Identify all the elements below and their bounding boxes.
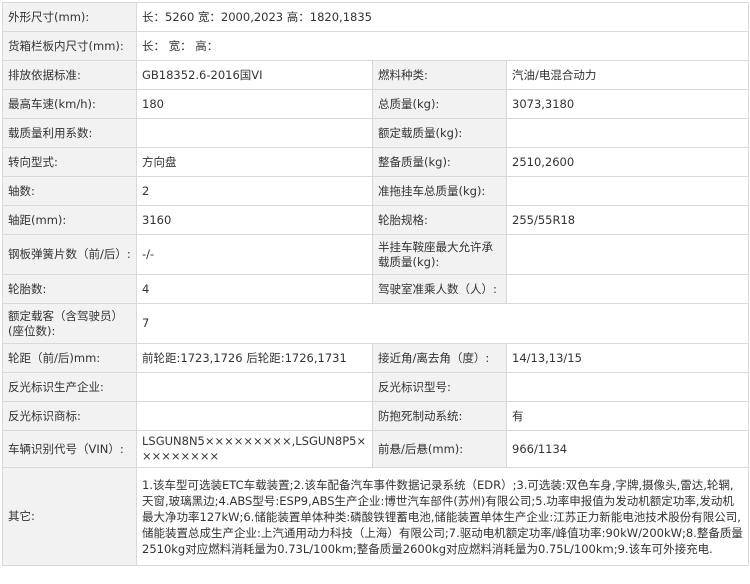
- label-cell: 车辆识别代号（VIN）:: [2, 430, 137, 468]
- label-cell: 轮距（前/后)mm:: [2, 343, 137, 373]
- value-cell: [136, 118, 373, 148]
- value-cell: 前轮距:1723,1726 后轮距:1726,1731: [136, 343, 373, 373]
- label-cell: 总质量(kg):: [372, 89, 507, 119]
- value-cell: 有: [505, 401, 750, 431]
- table-row: 车辆识别代号（VIN）: LSGUN8N5×××××××××,LSGUN8P5×…: [2, 430, 750, 468]
- table-row: 额定载客（含驾驶员）(座位数): 7: [2, 303, 750, 344]
- table-row: 货箱栏板内尺寸(mm): 长： 宽： 高：: [2, 31, 750, 61]
- label-cell: 转向型式:: [2, 147, 137, 177]
- value-cell: [505, 234, 750, 275]
- table-row: 钢板弹簧片数（前/后）: -/- 半挂车鞍座最大允许承载质量(kg):: [2, 234, 750, 275]
- label-cell: 轴距(mm):: [2, 205, 137, 235]
- vehicle-spec-table: 外形尺寸(mm): 长：5260 宽：2000,2023 高：1820,1835…: [2, 2, 750, 566]
- label-cell: 排放依据标准:: [2, 60, 137, 90]
- table-row: 反光标识商标: 防抱死制动系统: 有: [2, 401, 750, 431]
- value-cell: [505, 118, 750, 148]
- value-cell: 长：5260 宽：2000,2023 高：1820,1835: [135, 2, 750, 32]
- label-cell: 最高车速(km/h):: [2, 89, 137, 119]
- value-cell: 255/55R18: [505, 205, 750, 235]
- value-cell: 966/1134: [505, 430, 750, 468]
- table-row: 载质量利用系数: 额定载质量(kg):: [2, 118, 750, 148]
- table-row: 反光标识生产企业: 反光标识型号:: [2, 372, 750, 402]
- label-cell: 额定载客（含驾驶员）(座位数):: [2, 303, 137, 344]
- label-cell: 前悬/后悬(mm):: [372, 430, 507, 468]
- label-cell: 驾驶室准乘人数（人）:: [372, 274, 507, 304]
- label-cell: 反光标识生产企业:: [2, 372, 137, 402]
- table-row-other: 其它: 1.该车型可选装ETC车载装置;2.该车配备汽车事件数据记录系统（EDR…: [2, 467, 750, 566]
- label-cell: 钢板弹簧片数（前/后）:: [2, 234, 137, 275]
- value-cell: 方向盘: [136, 147, 373, 177]
- other-notes: 1.该车型可选装ETC车载装置;2.该车配备汽车事件数据记录系统（EDR）;3.…: [135, 467, 750, 566]
- value-cell: [505, 176, 750, 206]
- table-row: 最高车速(km/h): 180 总质量(kg): 3073,3180: [2, 89, 750, 119]
- value-cell: GB18352.6-2016国VI: [136, 60, 373, 90]
- label-cell: 载质量利用系数:: [2, 118, 137, 148]
- value-cell: [136, 372, 373, 402]
- value-cell: 2: [136, 176, 373, 206]
- label-cell: 其它:: [2, 467, 137, 566]
- label-cell: 准拖挂车总质量(kg):: [372, 176, 507, 206]
- table-row: 轮距（前/后)mm: 前轮距:1723,1726 后轮距:1726,1731 接…: [2, 343, 750, 373]
- label-cell: 轮胎数:: [2, 274, 137, 304]
- value-cell: 汽油/电混合动力: [505, 60, 750, 90]
- table-row: 转向型式: 方向盘 整备质量(kg): 2510,2600: [2, 147, 750, 177]
- table-row: 排放依据标准: GB18352.6-2016国VI 燃料种类: 汽油/电混合动力: [2, 60, 750, 90]
- label-cell: 半挂车鞍座最大允许承载质量(kg):: [372, 234, 507, 275]
- table-row: 轴数: 2 准拖挂车总质量(kg):: [2, 176, 750, 206]
- value-cell: 7: [135, 303, 750, 344]
- value-cell: [136, 401, 373, 431]
- label-cell: 反光标识商标:: [2, 401, 137, 431]
- value-cell: [505, 274, 750, 304]
- label-cell: 货箱栏板内尺寸(mm):: [2, 31, 137, 61]
- value-cell: 4: [136, 274, 373, 304]
- value-cell: [505, 372, 750, 402]
- table-row: 轮胎数: 4 驾驶室准乘人数（人）:: [2, 274, 750, 304]
- label-cell: 接近角/离去角（度）:: [372, 343, 507, 373]
- label-cell: 整备质量(kg):: [372, 147, 507, 177]
- label-cell: 额定载质量(kg):: [372, 118, 507, 148]
- label-cell: 轴数:: [2, 176, 137, 206]
- table-row: 轴距(mm): 3160 轮胎规格: 255/55R18: [2, 205, 750, 235]
- value-cell: 3073,3180: [505, 89, 750, 119]
- value-cell: 14/13,13/15: [505, 343, 750, 373]
- value-cell: -/-: [136, 234, 373, 275]
- value-cell: 3160: [136, 205, 373, 235]
- value-cell: LSGUN8N5×××××××××,LSGUN8P5×××××××××: [136, 430, 373, 468]
- label-cell: 燃料种类:: [372, 60, 507, 90]
- label-cell: 外形尺寸(mm):: [2, 2, 137, 32]
- label-cell: 防抱死制动系统:: [372, 401, 507, 431]
- label-cell: 反光标识型号:: [372, 372, 507, 402]
- table-row: 外形尺寸(mm): 长：5260 宽：2000,2023 高：1820,1835: [2, 2, 750, 32]
- value-cell: 长： 宽： 高：: [135, 31, 750, 61]
- label-cell: 轮胎规格:: [372, 205, 507, 235]
- value-cell: 2510,2600: [505, 147, 750, 177]
- value-cell: 180: [136, 89, 373, 119]
